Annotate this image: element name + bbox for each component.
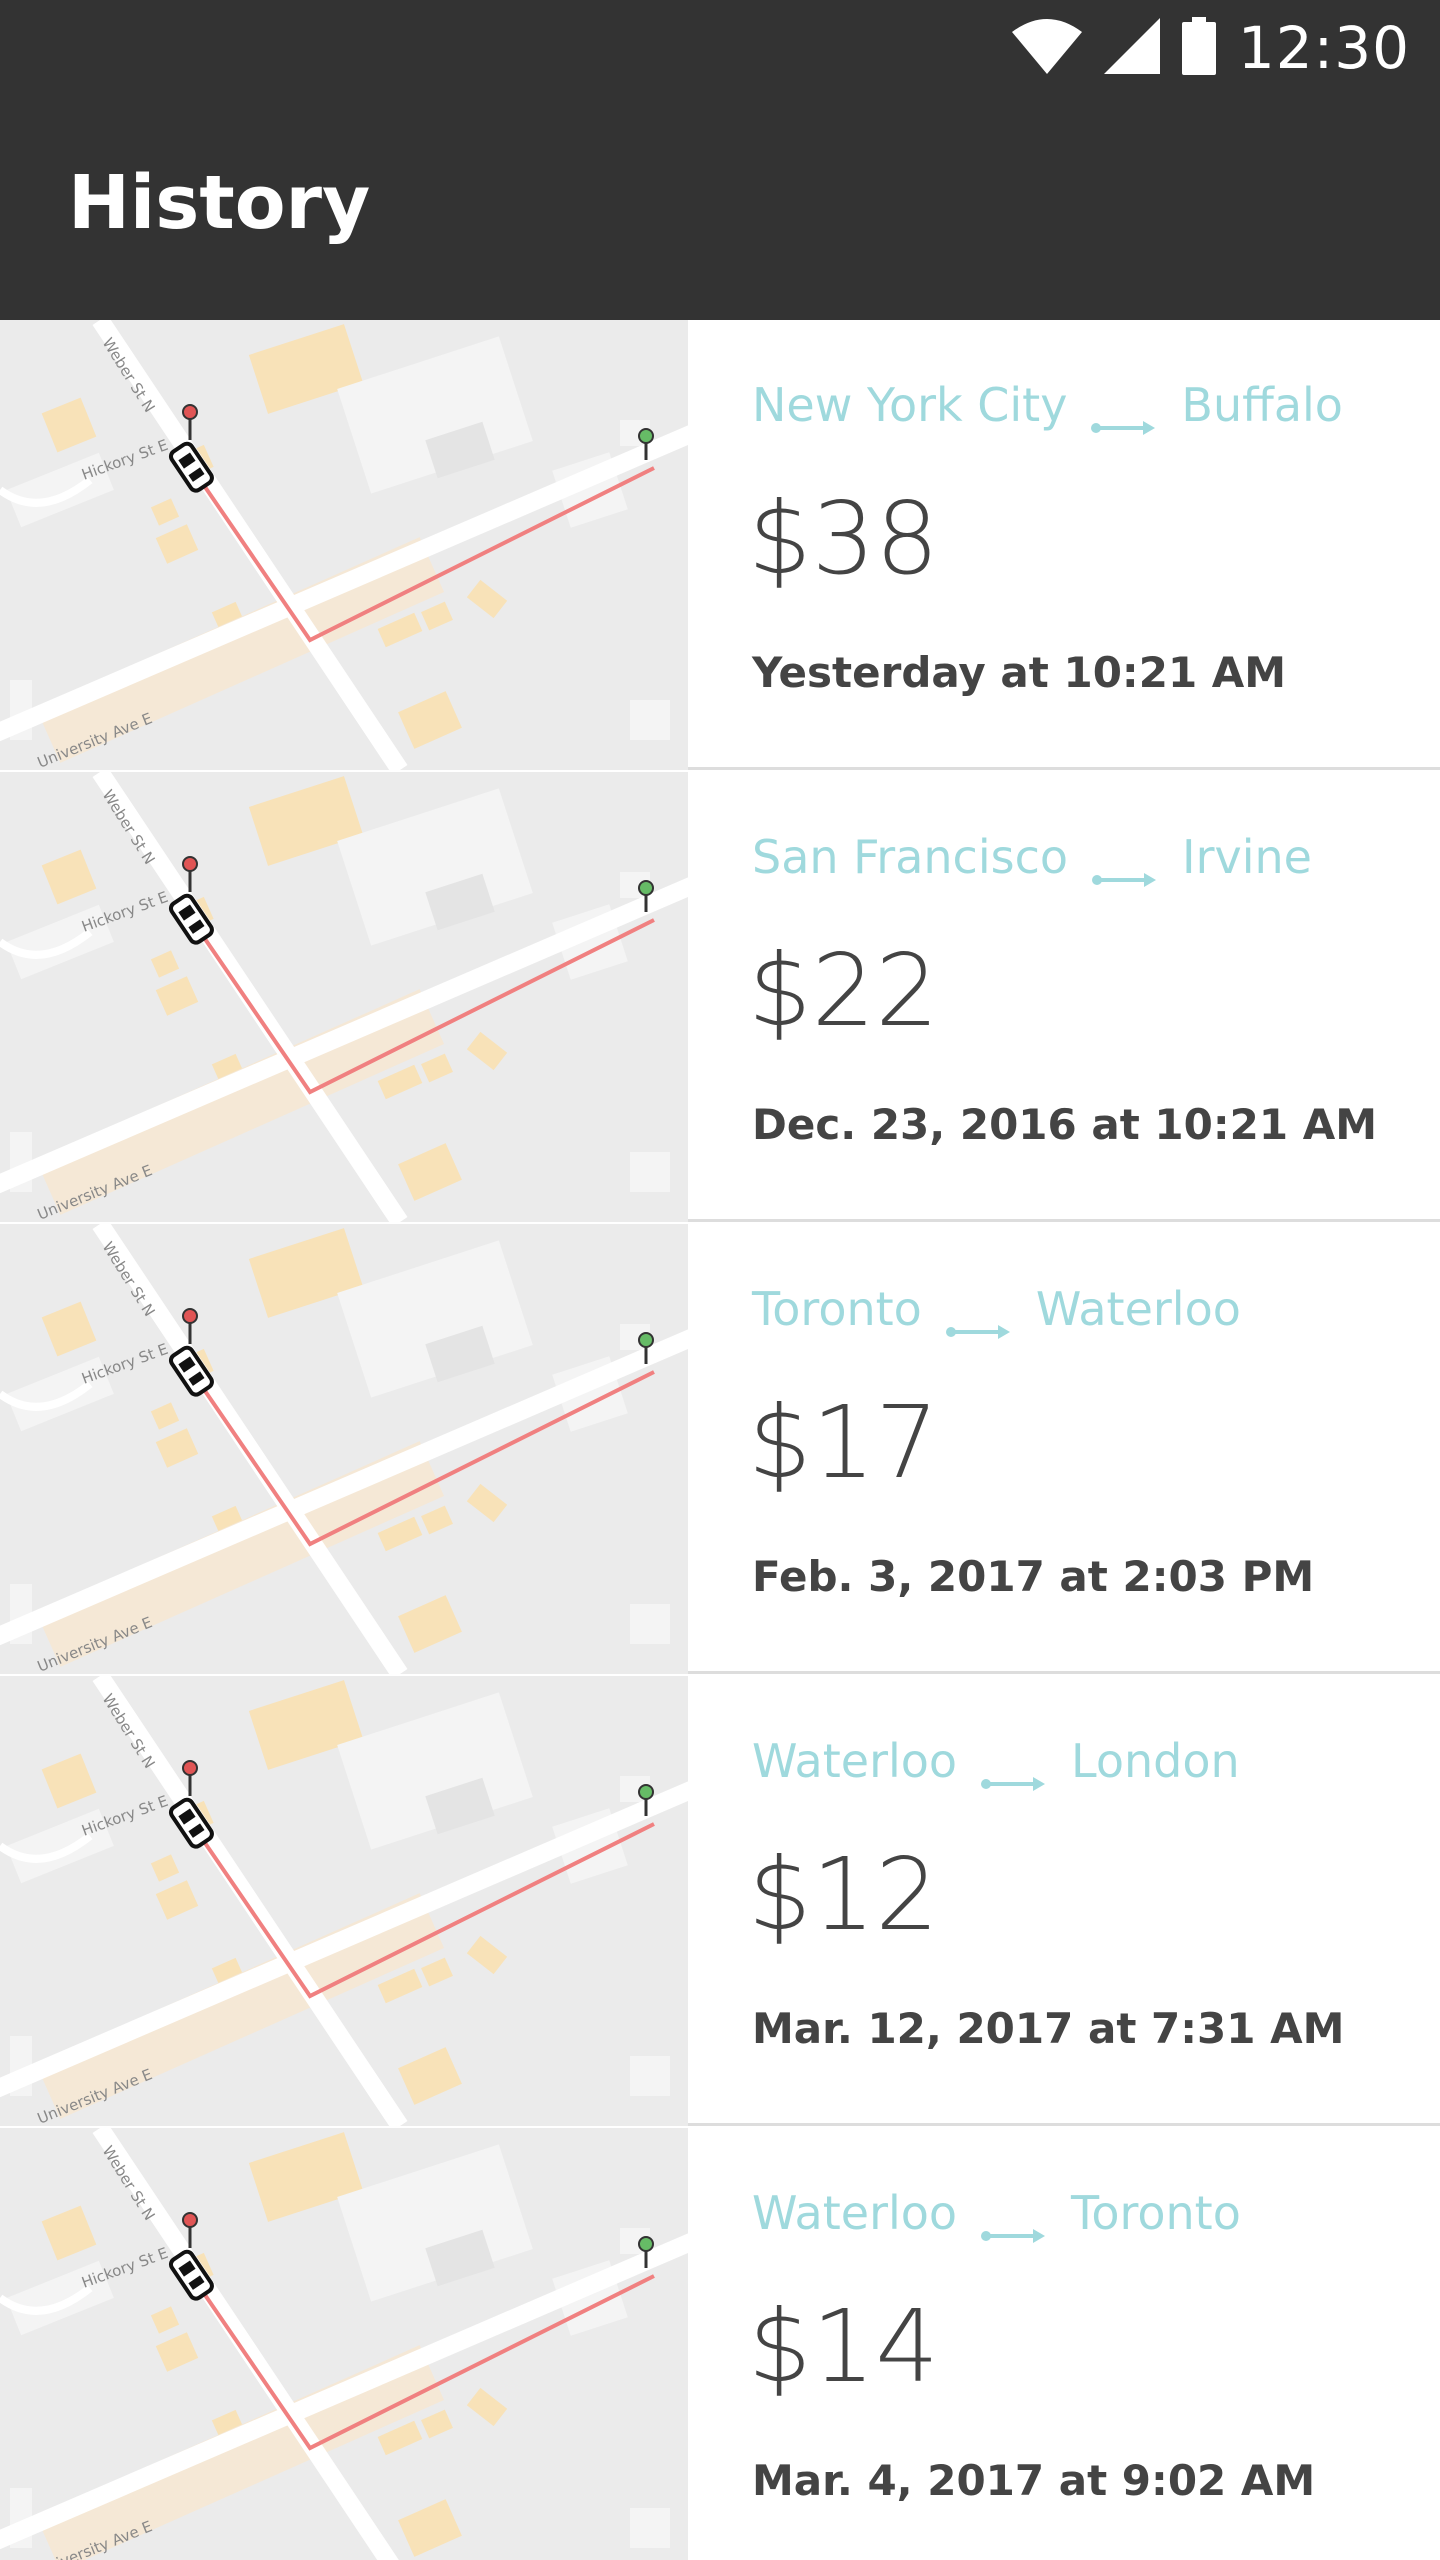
- trip-info: Waterloo London $12 Mar. 12, 2017 at 7:3…: [748, 1676, 1412, 2126]
- trip-item[interactable]: Weber St N Hickory St E University Ave E W…: [0, 2128, 1440, 2560]
- trip-map-thumbnail: Weber St N Hickory St E University Ave E: [0, 320, 688, 770]
- wifi-icon: [1011, 18, 1082, 79]
- trip-map-thumbnail: Weber St N Hickory St E University Ave E: [0, 1224, 688, 1674]
- route-arrow-icon: [981, 1751, 1047, 1791]
- trip-info: San Francisco Irvine $22 Dec. 23, 2016 a…: [748, 772, 1412, 1222]
- trip-origin: New York City: [752, 378, 1068, 432]
- trip-item[interactable]: Weber St N Hickory St E University Ave E N…: [0, 320, 1440, 770]
- route-arrow-icon: [1091, 395, 1157, 435]
- trip-fare: $22: [748, 932, 939, 1049]
- trip-route: New York City Buffalo: [752, 378, 1343, 435]
- trip-map-thumbnail: Weber St N Hickory St E University Ave E: [0, 2128, 688, 2560]
- trip-datetime: Mar. 4, 2017 at 9:02 AM: [752, 2456, 1316, 2505]
- trip-history-list[interactable]: Weber St N Hickory St E University Ave E N…: [0, 320, 1440, 2560]
- trip-origin: Waterloo: [752, 2186, 958, 2240]
- cellular-signal-icon: [1103, 17, 1160, 79]
- trip-item[interactable]: Weber St N Hickory St E University Ave E W…: [0, 1676, 1440, 2126]
- trip-route: Waterloo London: [752, 1734, 1240, 1791]
- app-bar: History: [0, 96, 1440, 320]
- trip-destination: Waterloo: [1035, 1282, 1241, 1336]
- route-arrow-icon: [1092, 847, 1158, 887]
- trip-info: Toronto Waterloo $17 Feb. 3, 2017 at 2:0…: [748, 1224, 1412, 1674]
- route-arrow-icon: [981, 2203, 1047, 2243]
- trip-datetime: Dec. 23, 2016 at 10:21 AM: [752, 1100, 1378, 1149]
- battery-icon: [1181, 16, 1216, 80]
- trip-fare: $14: [748, 2288, 939, 2405]
- page-title: History: [68, 160, 371, 246]
- trip-item[interactable]: Weber St N Hickory St E University Ave E T…: [0, 1224, 1440, 1674]
- trip-datetime: Feb. 3, 2017 at 2:03 PM: [752, 1552, 1315, 1601]
- trip-destination: London: [1071, 1734, 1240, 1788]
- trip-route: Toronto Waterloo: [752, 1282, 1241, 1339]
- trip-fare: $38: [748, 480, 939, 597]
- trip-info: New York City Buffalo $38 Yesterday at 1…: [748, 320, 1412, 770]
- trip-destination: Irvine: [1182, 830, 1312, 884]
- trip-datetime: Yesterday at 10:21 AM: [752, 648, 1287, 697]
- trip-destination: Buffalo: [1181, 378, 1343, 432]
- trip-map-thumbnail: Weber St N Hickory St E University Ave E: [0, 772, 688, 1222]
- route-arrow-icon: [945, 1299, 1012, 1339]
- trip-route: San Francisco Irvine: [752, 830, 1312, 887]
- status-time: 12:30: [1237, 14, 1410, 82]
- trip-info: Waterloo Toronto $14 Mar. 4, 2017 at 9:0…: [748, 2128, 1412, 2560]
- trip-fare: $12: [748, 1836, 939, 1953]
- trip-fare: $17: [748, 1384, 939, 1501]
- trip-route: Waterloo Toronto: [752, 2186, 1241, 2243]
- trip-origin: Toronto: [752, 1282, 922, 1336]
- trip-map-thumbnail: Weber St N Hickory St E University Ave E: [0, 1676, 688, 2126]
- trip-datetime: Mar. 12, 2017 at 7:31 AM: [752, 2004, 1345, 2053]
- trip-destination: Toronto: [1071, 2186, 1241, 2240]
- status-icons: 12:30: [1011, 14, 1410, 82]
- trip-item[interactable]: Weber St N Hickory St E University Ave E S…: [0, 772, 1440, 1222]
- trip-origin: Waterloo: [752, 1734, 958, 1788]
- status-bar: 12:30: [0, 0, 1440, 96]
- trip-origin: San Francisco: [752, 830, 1069, 884]
